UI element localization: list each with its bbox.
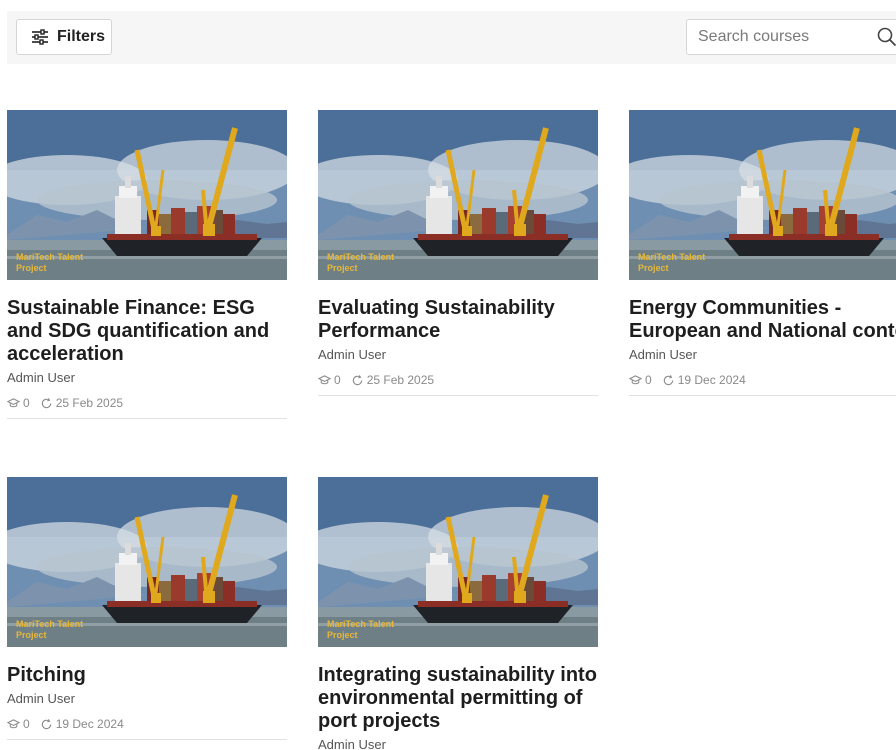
course-card[interactable]: MariTech Talent Project Evaluating Sustai… [318, 110, 598, 396]
enrolled-count: 0 [23, 717, 30, 731]
course-meta: 0 25 Feb 2025 [318, 373, 598, 396]
course-author: Admin User [629, 347, 697, 362]
filters-label: Filters [57, 28, 106, 45]
course-title[interactable]: Sustainable Finance: ESG and SDG quantif… [7, 297, 287, 366]
course-card[interactable]: MariTech Talent Project Sustainable Finan… [7, 110, 287, 419]
course-meta: 0 19 Dec 2024 [629, 373, 896, 396]
badge-line: MariTech Talent [16, 252, 84, 262]
course-author: Admin User [318, 737, 386, 750]
course-author: Admin User [7, 370, 75, 385]
course-toolbar: Filters [7, 11, 896, 64]
badge-line: Project [16, 630, 47, 640]
badge-line: MariTech Talent [638, 252, 706, 262]
course-card[interactable]: MariTech Talent Project Integrating susta… [318, 477, 598, 750]
course-author: Admin User [7, 691, 75, 706]
course-title[interactable]: Integrating sustainability into environm… [318, 664, 598, 733]
thumbnail-badge: MariTech Talent Project [16, 252, 96, 274]
sliders-icon [32, 29, 48, 45]
course-card[interactable]: MariTech Talent Project Pitching Admin Us… [7, 477, 287, 740]
badge-line: Project [638, 263, 669, 273]
enrolled-count: 0 [23, 396, 30, 410]
thumbnail-badge: MariTech Talent Project [327, 619, 407, 641]
search-icon[interactable] [877, 27, 896, 47]
course-title[interactable]: Evaluating Sustainability Performance [318, 297, 598, 343]
refresh-icon [41, 718, 51, 729]
updated-date: 25 Feb 2025 [366, 373, 435, 387]
course-card[interactable]: MariTech Talent Project Energy Communitie… [629, 110, 896, 396]
course-thumbnail[interactable]: MariTech Talent Project [7, 110, 287, 280]
graduation-cap-icon [318, 374, 331, 384]
filters-button[interactable]: Filters [16, 19, 112, 55]
course-author: Admin User [318, 347, 386, 362]
thumbnail-badge: MariTech Talent Project [16, 619, 96, 641]
graduation-cap-icon [7, 718, 20, 728]
course-meta: 0 19 Dec 2024 [7, 717, 287, 740]
badge-line: Project [16, 263, 47, 273]
course-thumbnail[interactable]: MariTech Talent Project [318, 110, 598, 280]
badge-line: MariTech Talent [16, 619, 84, 629]
badge-line: Project [327, 630, 358, 640]
graduation-cap-icon [7, 397, 20, 407]
course-thumbnail[interactable]: MariTech Talent Project [7, 477, 287, 647]
updated-date: 25 Feb 2025 [55, 396, 124, 410]
badge-line: Project [327, 263, 358, 273]
search-box [686, 19, 896, 55]
badge-line: MariTech Talent [327, 619, 395, 629]
course-meta: 0 25 Feb 2025 [7, 396, 287, 419]
updated-date: 19 Dec 2024 [55, 717, 124, 731]
refresh-icon [352, 374, 362, 385]
graduation-cap-icon [629, 374, 642, 384]
course-title[interactable]: Pitching [7, 664, 287, 687]
search-input[interactable] [687, 20, 867, 54]
course-title[interactable]: Energy Communities - European and Nation… [629, 297, 896, 343]
thumbnail-badge: MariTech Talent Project [327, 252, 407, 274]
enrolled-count: 0 [645, 373, 652, 387]
course-thumbnail[interactable]: MariTech Talent Project [318, 477, 598, 647]
enrolled-count: 0 [334, 373, 341, 387]
refresh-icon [41, 397, 51, 408]
badge-line: MariTech Talent [327, 252, 395, 262]
course-thumbnail[interactable]: MariTech Talent Project [629, 110, 896, 280]
refresh-icon [663, 374, 673, 385]
updated-date: 19 Dec 2024 [677, 373, 746, 387]
thumbnail-badge: MariTech Talent Project [638, 252, 718, 274]
